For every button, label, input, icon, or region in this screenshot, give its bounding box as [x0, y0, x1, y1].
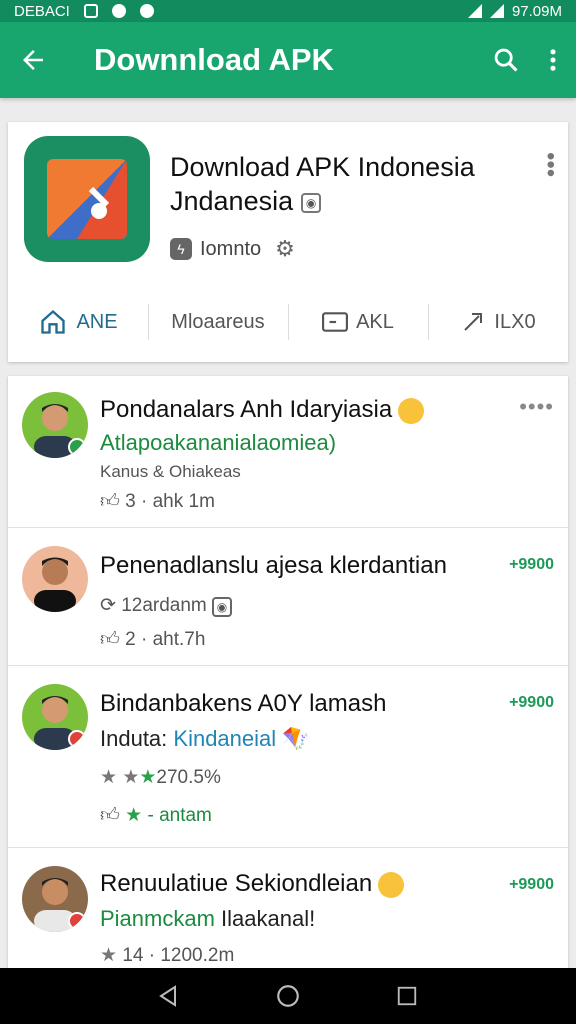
- signal-icon: [489, 4, 504, 18]
- post-subtitle: Indutа: Kindaneial 🪁: [100, 726, 310, 752]
- tab-home-label: ANE: [76, 310, 118, 333]
- developer-name[interactable]: Iomnto: [200, 238, 261, 261]
- post-rating-text: 270.5%: [156, 767, 221, 788]
- system-nav-bar: [0, 968, 576, 1024]
- app-title-text: Download APK Indonesia Jndanesia: [170, 152, 475, 216]
- like-icon[interactable]: 👍︎: [100, 491, 120, 512]
- smile-emoji-icon: [378, 871, 405, 898]
- status-bar: DEBACI 97.09M: [0, 0, 576, 22]
- post-subtitle-highlight: Kindaneial: [173, 726, 277, 751]
- window-icon: [322, 312, 349, 332]
- price-tag: +9900: [509, 876, 554, 893]
- post-subtitle: Pianmckam Ilaakanal!: [100, 906, 315, 932]
- smile-emoji-icon: [398, 397, 425, 424]
- star-icon: ★: [100, 945, 118, 966]
- star-icon: ★: [139, 767, 157, 788]
- post-subtitle-prefix: Indutа:: [100, 726, 174, 751]
- price-tag: +9900: [509, 694, 554, 711]
- status-badge: [68, 912, 86, 930]
- post-rating: ★ 14 · 1200.2m: [100, 944, 234, 967]
- app-logo-icon: [24, 136, 150, 262]
- feed-list: Pondanalars Anh Idaryiasia •••• Atlapoak…: [8, 376, 568, 968]
- post-stats-text: - antam: [147, 805, 212, 826]
- avatar: [22, 866, 88, 932]
- verified-icon: ◉: [212, 597, 233, 617]
- overflow-menu-icon[interactable]: [548, 46, 558, 74]
- flag-icon: 🪁: [282, 726, 310, 751]
- refresh-icon: ⟳: [100, 595, 116, 616]
- list-item[interactable]: Renuulatiue Sekiondleian +9900 Pianmckam…: [8, 848, 568, 968]
- app-card-menu-icon[interactable]: •••: [537, 152, 564, 177]
- list-item[interactable]: Pondanalars Anh Idaryiasia •••• Atlapoak…: [8, 376, 568, 528]
- tab-reviews[interactable]: Mloaareus: [148, 300, 288, 344]
- post-rating-text: 14 · 1200.2m: [122, 945, 235, 966]
- price-tag: +9900: [509, 556, 554, 573]
- post-subtitle-highlight: Ilaakanal!: [221, 906, 316, 931]
- post-title: Pondanalars Anh Idaryiasia: [100, 396, 425, 424]
- like-icon[interactable]: 👍︎: [100, 805, 120, 826]
- post-stats-text: 3 · ahk 1m: [125, 491, 215, 512]
- page-title: Downnload APK: [94, 42, 334, 77]
- post-meta: ⟳ 12ardanm ◉: [100, 594, 233, 617]
- home-icon: [41, 309, 66, 334]
- avatar: [22, 546, 88, 612]
- tab-reviews-label: Mloaareus: [171, 310, 265, 333]
- post-rating: ★ ★★270.5%: [100, 766, 221, 789]
- nav-home-icon[interactable]: [268, 976, 308, 1016]
- post-stats-text: 2 · aht.7h: [125, 629, 206, 650]
- share-icon: [464, 313, 483, 331]
- post-title-text: Pondanalars Anh Idaryiasia: [100, 396, 393, 423]
- tab-home[interactable]: ANE: [8, 300, 148, 344]
- nav-recents-icon[interactable]: [387, 976, 427, 1016]
- like-icon[interactable]: 👍︎: [100, 629, 120, 650]
- shield-icon: [111, 4, 126, 18]
- wifi-icon: [467, 4, 482, 18]
- gear-icon[interactable]: ⚙: [275, 236, 295, 262]
- star-icon: ★: [100, 767, 118, 788]
- status-left-text: DEBACI: [14, 2, 70, 20]
- post-title-text: Renuulatiue Sekiondleian: [100, 870, 373, 897]
- star-icon: ★: [122, 767, 140, 788]
- notification-icon: [83, 4, 98, 18]
- more-options-icon[interactable]: ••••: [519, 394, 554, 420]
- post-title: Renuulatiue Sekiondleian: [100, 870, 405, 898]
- post-subtitle-prefix: Pianmckam: [100, 906, 222, 931]
- back-arrow-icon[interactable]: [18, 45, 58, 75]
- tab-share-label: ILX0: [494, 310, 536, 333]
- post-meta: Kanus & Ohiakeas: [100, 462, 241, 481]
- star-icon: ★: [125, 805, 143, 826]
- avatar: [22, 392, 88, 458]
- tab-apk[interactable]: AKL: [288, 300, 428, 344]
- nav-back-icon[interactable]: [149, 976, 189, 1016]
- verified-icon: ◉: [301, 192, 322, 213]
- list-item[interactable]: Bindanbakens A0Y lamash +9900 Indutа: Ki…: [8, 666, 568, 848]
- status-badge: [68, 730, 86, 748]
- developer-row: ϟ Iomnto ⚙: [170, 236, 295, 262]
- post-title: Bindanbakens A0Y lamash: [100, 690, 387, 717]
- bolt-icon: ϟ: [170, 238, 192, 260]
- list-item[interactable]: Penenadlanslu ajesa klerdantian +9900 ⟳ …: [8, 528, 568, 666]
- post-meta-text: 12ardanm: [121, 595, 207, 616]
- online-badge: [68, 438, 86, 456]
- post-stats: 👍︎ 3 · ahk 1m: [100, 490, 215, 513]
- app-tabs: ANE Mloaareus AKL ILX0: [8, 300, 568, 344]
- tab-share[interactable]: ILX0: [428, 300, 568, 344]
- post-stats: 👍︎ ★ - antam: [100, 804, 212, 827]
- app-bar: Downnload APK: [0, 22, 576, 98]
- app-title: Download APK Indonesia Jndanesia ◉: [170, 150, 530, 218]
- post-subtitle: Atlapoakananialaomiea): [100, 430, 337, 455]
- search-icon[interactable]: [492, 46, 520, 74]
- status-right-text: 97.09M: [511, 2, 562, 20]
- post-stats: 👍︎ 2 · aht.7h: [100, 628, 205, 651]
- tab-apk-label: AKL: [356, 310, 394, 333]
- app-card: Download APK Indonesia Jndanesia ◉ ••• ϟ …: [8, 122, 568, 362]
- avatar: [22, 684, 88, 750]
- bug-icon: [139, 4, 154, 18]
- post-title: Penenadlanslu ajesa klerdantian: [100, 552, 447, 579]
